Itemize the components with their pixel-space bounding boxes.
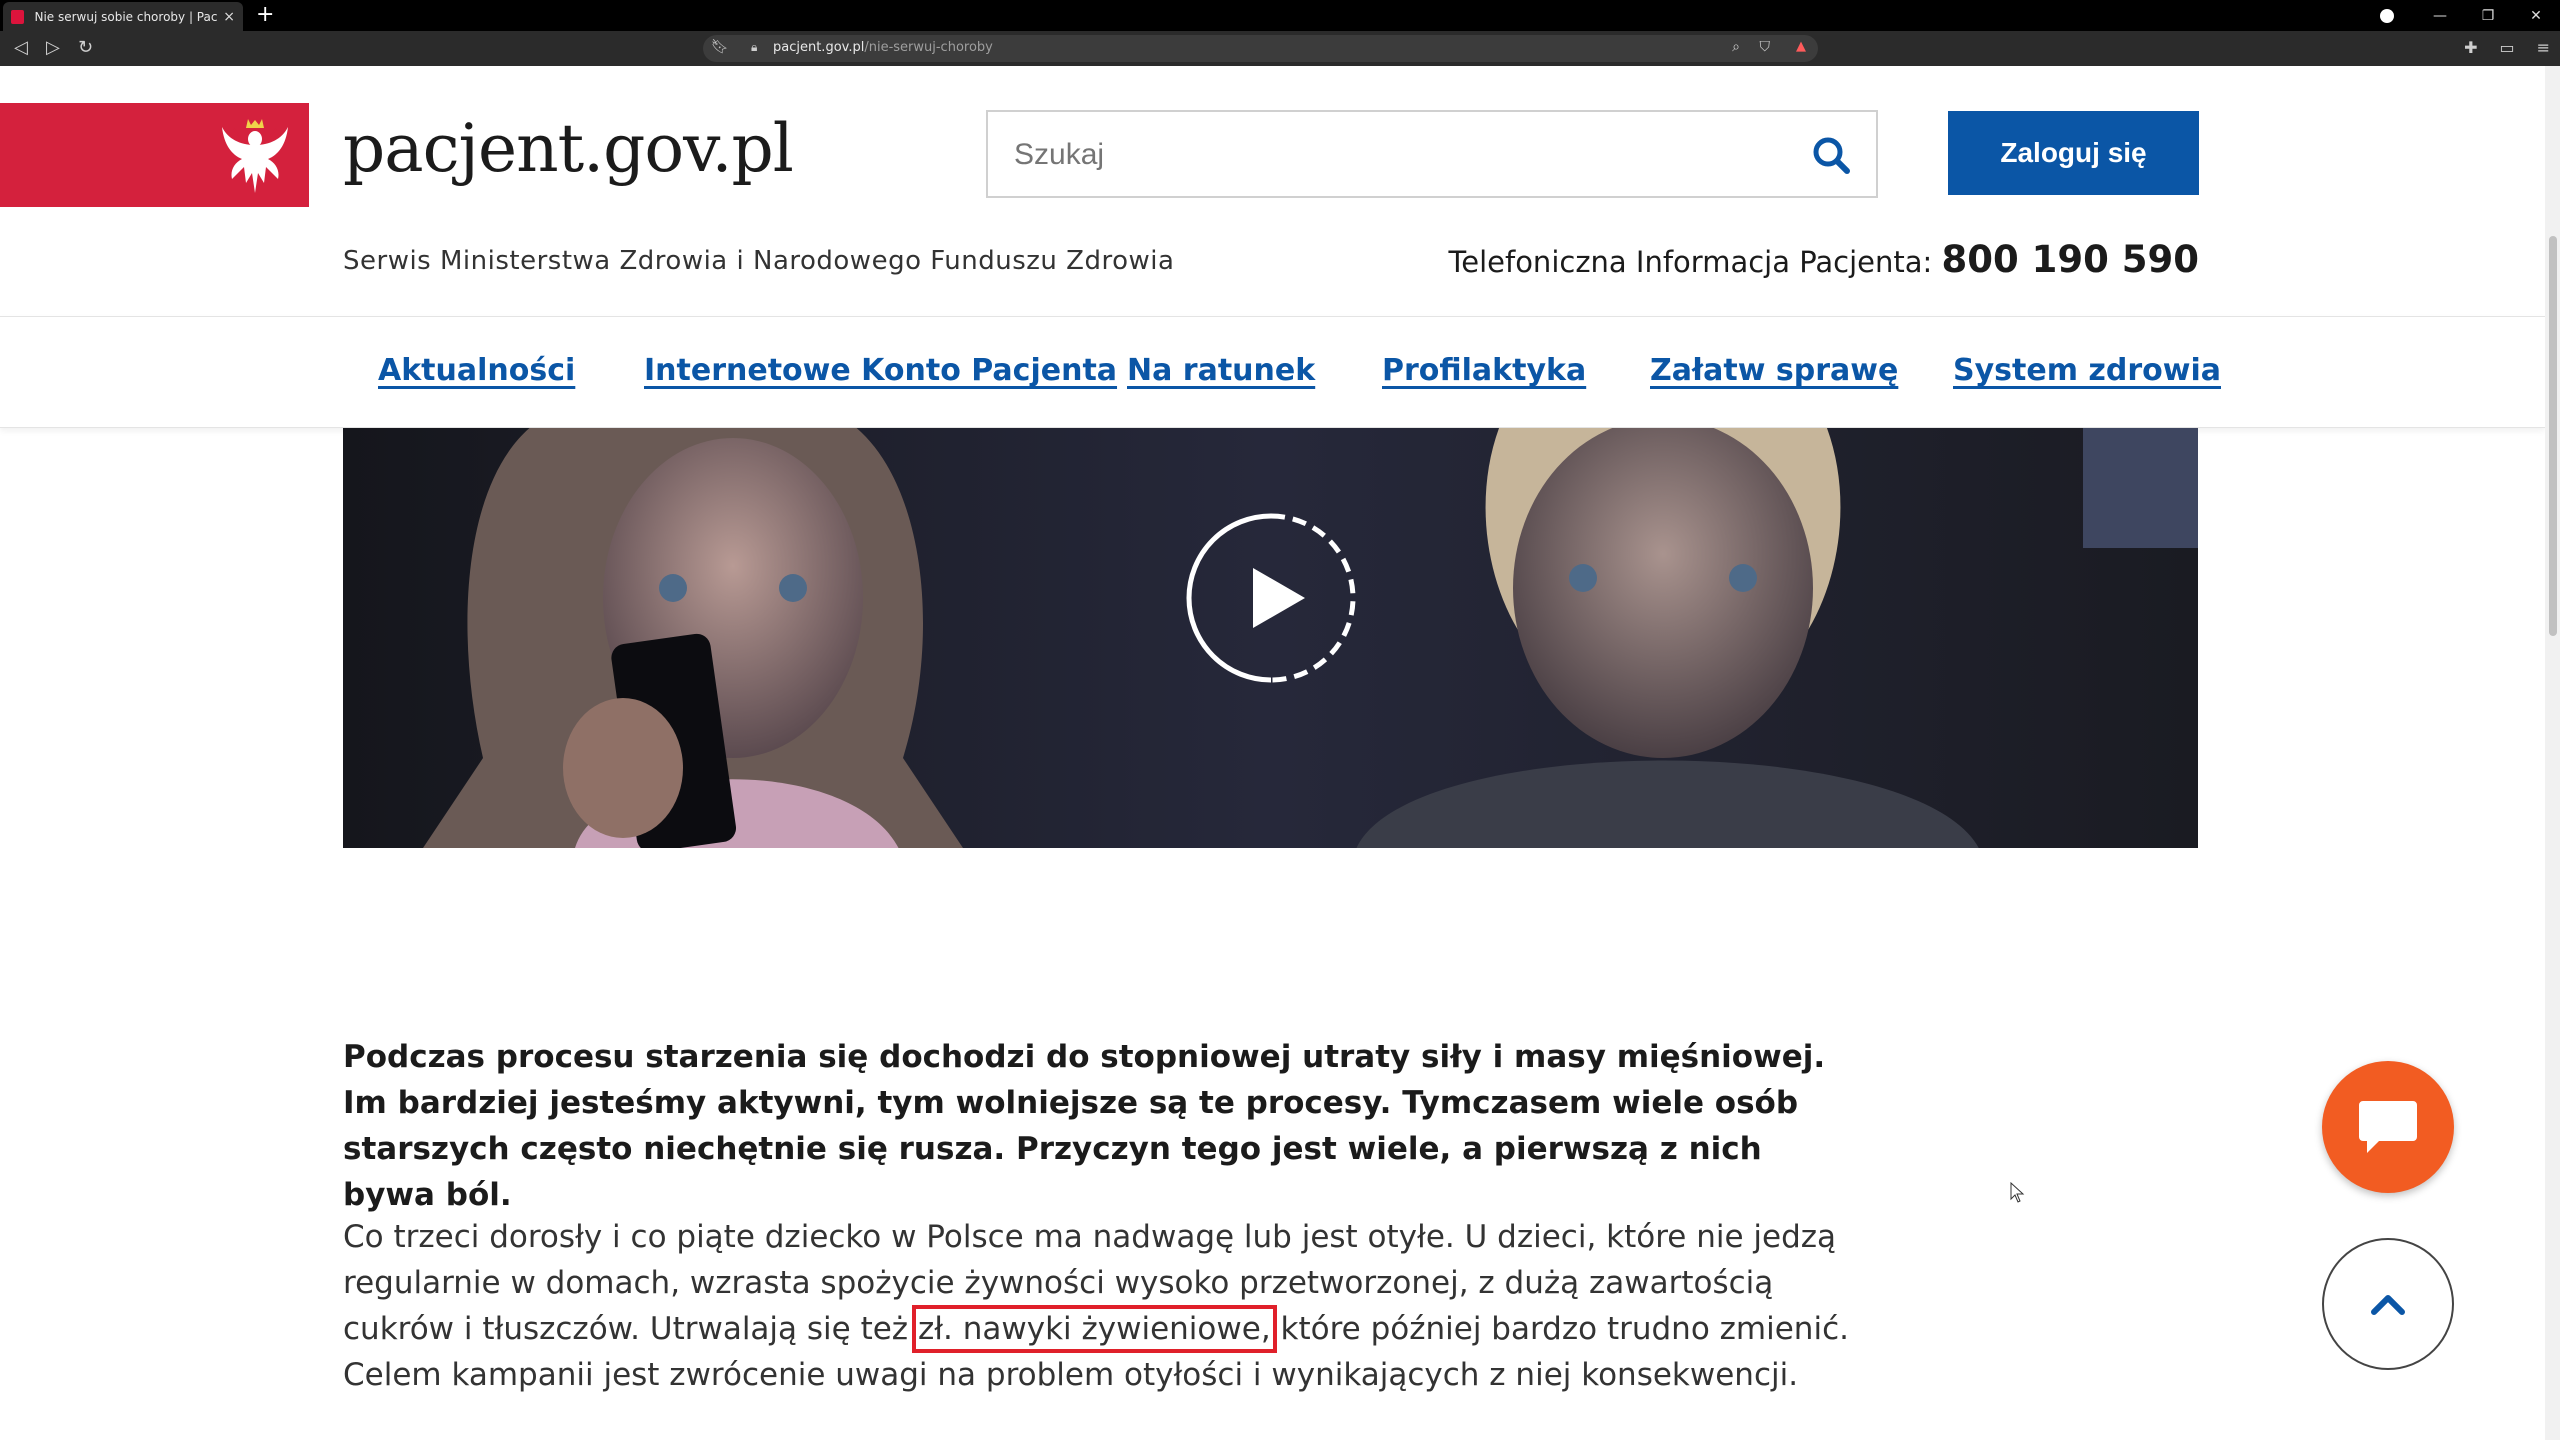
play-icon[interactable] (1186, 513, 1356, 683)
window-controls: — ❐ ✕ (2380, 0, 2560, 31)
tab-close-icon[interactable]: × (223, 9, 235, 25)
chevron-up-icon (2371, 1295, 2405, 1315)
chat-button[interactable] (2322, 1061, 2454, 1193)
chat-icon (2359, 1101, 2417, 1153)
scrollbar-thumb[interactable] (2549, 236, 2557, 636)
minimize-icon[interactable]: — (2416, 8, 2464, 24)
browser-tab-bar: Nie serwuj sobie choroby | Pacjent × + —… (0, 0, 2560, 31)
toolbar-actions: ✚ ▭ ≡ (2464, 38, 2550, 57)
shield-icon[interactable]: ⛉ (1760, 39, 1771, 55)
browser-toolbar: ◁ ▷ ↻ 🔖︎ 🔒︎ pacjent.gov.pl/nie-serwuj-ch… (0, 31, 2560, 66)
zoom-icon[interactable]: ⌕ (1732, 39, 1740, 55)
hotline-number[interactable]: 800 190 590 (1942, 238, 2199, 281)
scroll-to-top-button[interactable] (2322, 1238, 2454, 1370)
wallet-icon[interactable]: ▭ (2499, 38, 2514, 57)
eagle-emblem-icon (222, 119, 288, 193)
search-icon (1813, 137, 1850, 174)
article-lead: Podczas procesu starzenia się dochodzi d… (343, 1039, 1826, 1213)
nav-item-na-ratunek[interactable]: Na ratunek (1127, 353, 1315, 388)
site-name[interactable]: pacjent.gov.pl (343, 110, 794, 187)
highlighted-phrase: zł. nawyki żywieniowe, (911, 1305, 1277, 1353)
page: pacjent.gov.pl Zaloguj się Serwis Minist… (0, 66, 2545, 1440)
nav-item-profilaktyka[interactable]: Profilaktyka (1382, 353, 1586, 388)
url-host: pacjent.gov.pl (773, 40, 865, 55)
url-text[interactable]: pacjent.gov.pl/nie-serwuj-choroby (773, 40, 993, 55)
reload-icon[interactable]: ↻ (78, 38, 93, 58)
hotline: Telefoniczna Informacja Pacjenta: 800 19… (1448, 238, 2199, 281)
search-button[interactable] (1806, 130, 1856, 180)
mouse-cursor-icon (2010, 1182, 2025, 1203)
back-icon[interactable]: ◁ (14, 38, 28, 58)
nav-item-ikp[interactable]: Internetowe Konto Pacjenta (644, 353, 1117, 388)
forward-icon[interactable]: ▷ (46, 38, 60, 58)
tab-title: Nie serwuj sobie choroby | Pacjent (34, 9, 218, 24)
search-input[interactable] (1014, 132, 1794, 178)
site-subtitle: Serwis Ministerstwa Zdrowia i Narodowego… (343, 246, 1175, 276)
lock-icon[interactable]: 🔒︎ (751, 40, 757, 55)
search-form (986, 110, 1878, 198)
main-navigation: Aktualności Internetowe Konto Pacjenta N… (0, 316, 2545, 428)
nav-item-system-zdrowia[interactable]: System zdrowia (1953, 353, 2221, 388)
page-scrollbar[interactable] (2545, 66, 2560, 1440)
video-player[interactable] (343, 428, 2198, 848)
extensions-icon[interactable]: ✚ (2464, 38, 2477, 57)
browser-tab[interactable]: Nie serwuj sobie choroby | Pacjent × (3, 2, 243, 31)
nav-item-aktualnosci[interactable]: Aktualności (378, 353, 575, 388)
restore-icon[interactable]: ❐ (2464, 8, 2512, 24)
url-path: /nie-serwuj-choroby (864, 40, 993, 55)
favicon-icon (11, 9, 25, 24)
article-body: Co trzeci dorosły i co piąte dziecko w P… (343, 1214, 1863, 1398)
hotline-label: Telefoniczna Informacja Pacjenta: (1448, 245, 1933, 279)
menu-icon[interactable]: ≡ (2537, 38, 2550, 57)
close-window-icon[interactable]: ✕ (2512, 8, 2560, 24)
warning-icon[interactable]: ▲ (1796, 39, 1806, 54)
address-bar[interactable]: 🔖︎ 🔒︎ pacjent.gov.pl/nie-serwuj-choroby … (703, 35, 1818, 62)
logo-block[interactable] (0, 103, 309, 207)
new-tab-button[interactable]: + (256, 3, 274, 27)
login-button[interactable]: Zaloguj się (1948, 111, 2199, 195)
profile-icon[interactable] (2380, 8, 2394, 23)
bookmark-icon[interactable]: 🔖︎ (711, 39, 729, 55)
nav-item-zalatw-sprawe[interactable]: Załatw sprawę (1650, 353, 1898, 388)
